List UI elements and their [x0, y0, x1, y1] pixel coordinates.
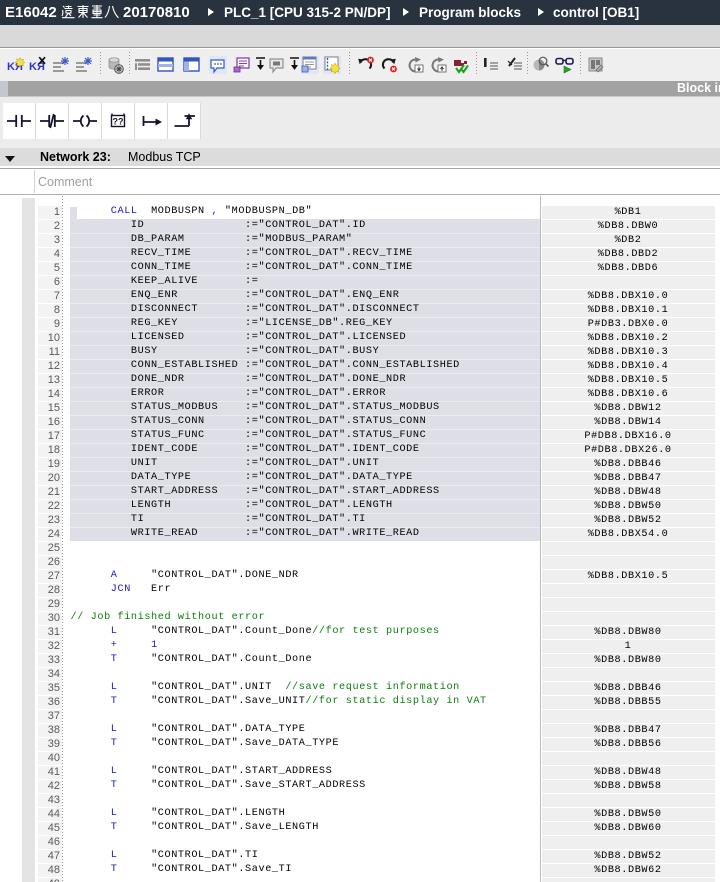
svg-text:??: ?? [113, 117, 124, 127]
svg-text:KЯ: KЯ [29, 61, 45, 73]
